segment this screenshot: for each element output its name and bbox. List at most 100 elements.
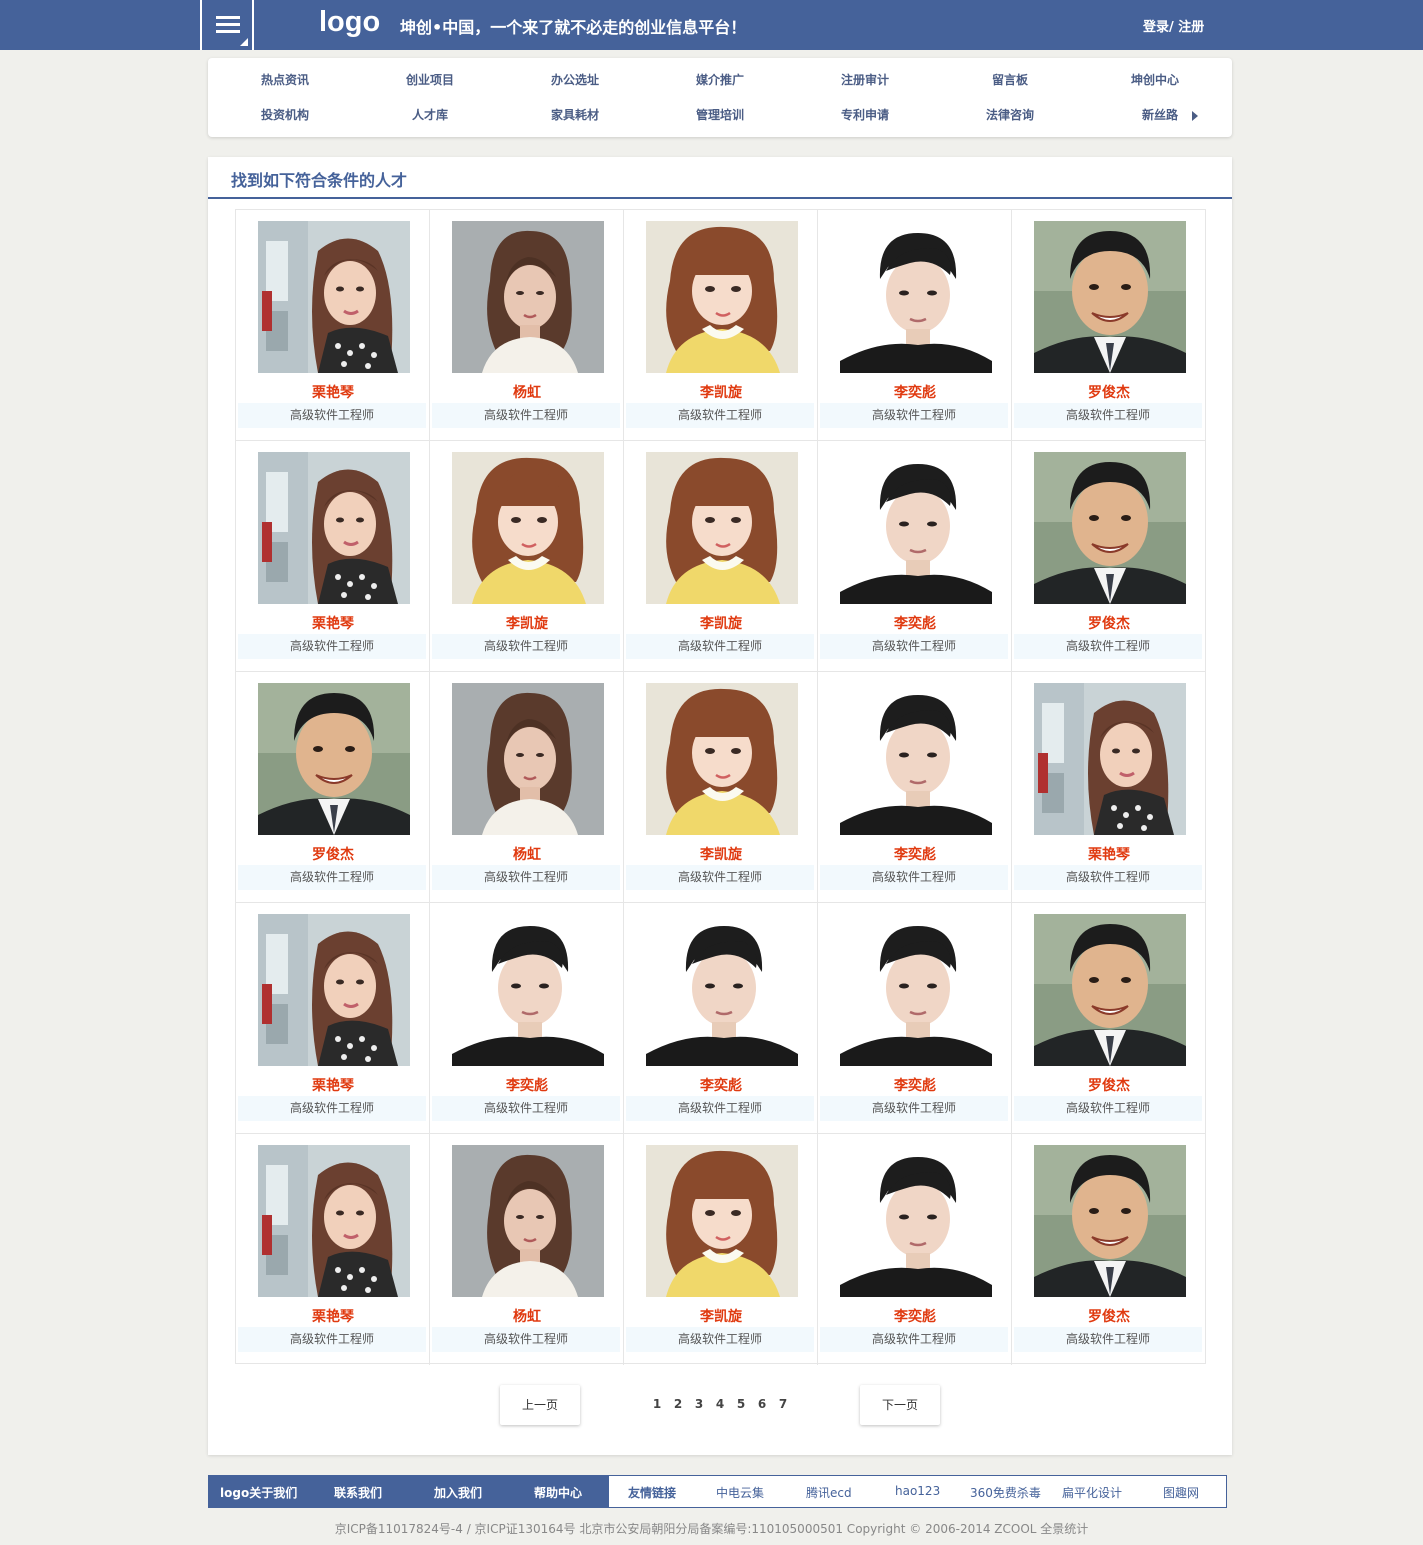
talent-name[interactable]: 栗艳琴 xyxy=(1012,844,1206,864)
friend-link[interactable]: 腾讯ecd xyxy=(806,1484,852,1501)
talent-name[interactable]: 李奕彪 xyxy=(430,1075,624,1095)
login-register-link[interactable]: 登录/ 注册 xyxy=(1143,16,1204,35)
talent-card[interactable]: 栗艳琴 高级软件工程师 xyxy=(1012,672,1206,903)
talent-card[interactable]: 杨虹 高级软件工程师 xyxy=(430,672,624,903)
profile-photo[interactable] xyxy=(1034,221,1186,373)
footer-link[interactable]: logo关于我们 xyxy=(220,1484,297,1501)
profile-photo[interactable] xyxy=(258,683,410,835)
friend-link[interactable]: hao123 xyxy=(895,1484,940,1498)
talent-name[interactable]: 李奕彪 xyxy=(818,844,1012,864)
talent-card[interactable]: 李奕彪 高级软件工程师 xyxy=(818,441,1012,672)
talent-name[interactable]: 李奕彪 xyxy=(818,382,1012,402)
friend-link[interactable]: 图趣网 xyxy=(1163,1484,1199,1501)
talent-name[interactable]: 栗艳琴 xyxy=(236,613,430,633)
talent-name[interactable]: 罗俊杰 xyxy=(236,844,430,864)
talent-card[interactable]: 杨虹 高级软件工程师 xyxy=(430,210,624,441)
talent-name[interactable]: 栗艳琴 xyxy=(236,1075,430,1095)
talent-card[interactable]: 李奕彪 高级软件工程师 xyxy=(818,210,1012,441)
talent-name[interactable]: 罗俊杰 xyxy=(1012,1075,1206,1095)
nav-item[interactable]: 创业项目 xyxy=(370,71,490,88)
next-page-button[interactable]: 下一页 xyxy=(860,1385,940,1425)
talent-name[interactable]: 李凯旋 xyxy=(624,844,818,864)
footer-link[interactable]: 帮助中心 xyxy=(534,1484,582,1501)
talent-card[interactable]: 李奕彪 高级软件工程师 xyxy=(624,903,818,1134)
profile-photo[interactable] xyxy=(1034,914,1186,1066)
friend-link[interactable]: 中电云集 xyxy=(716,1484,764,1501)
nav-item[interactable]: 人才库 xyxy=(370,106,490,123)
talent-card[interactable]: 李奕彪 高级软件工程师 xyxy=(818,903,1012,1134)
nav-item[interactable]: 注册审计 xyxy=(805,71,925,88)
nav-item[interactable]: 媒介推广 xyxy=(660,71,780,88)
talent-name[interactable]: 杨虹 xyxy=(430,382,624,402)
page-number[interactable]: 6 xyxy=(752,1397,772,1411)
talent-card[interactable]: 李奕彪 高级软件工程师 xyxy=(818,672,1012,903)
talent-name[interactable]: 杨虹 xyxy=(430,844,624,864)
talent-name[interactable]: 李凯旋 xyxy=(624,1306,818,1326)
nav-item[interactable]: 热点资讯 xyxy=(225,71,345,88)
profile-photo[interactable] xyxy=(258,914,410,1066)
profile-photo[interactable] xyxy=(1034,452,1186,604)
talent-name[interactable]: 李奕彪 xyxy=(624,1075,818,1095)
profile-photo[interactable] xyxy=(840,221,992,373)
page-number[interactable]: 4 xyxy=(710,1397,730,1411)
page-number[interactable]: 3 xyxy=(689,1397,709,1411)
profile-photo[interactable] xyxy=(840,914,992,1066)
talent-card[interactable]: 罗俊杰 高级软件工程师 xyxy=(1012,210,1206,441)
talent-name[interactable]: 罗俊杰 xyxy=(1012,613,1206,633)
talent-card[interactable]: 栗艳琴 高级软件工程师 xyxy=(236,210,430,441)
talent-card[interactable]: 李奕彪 高级软件工程师 xyxy=(818,1134,1012,1365)
talent-name[interactable]: 李凯旋 xyxy=(624,382,818,402)
talent-name[interactable]: 栗艳琴 xyxy=(236,1306,430,1326)
profile-photo[interactable] xyxy=(258,1145,410,1297)
profile-photo[interactable] xyxy=(1034,1145,1186,1297)
nav-item[interactable]: 投资机构 xyxy=(225,106,345,123)
talent-name[interactable]: 李奕彪 xyxy=(818,613,1012,633)
nav-item[interactable]: 家具耗材 xyxy=(515,106,635,123)
profile-photo[interactable] xyxy=(452,683,604,835)
profile-photo[interactable] xyxy=(452,221,604,373)
profile-photo[interactable] xyxy=(452,914,604,1066)
logo[interactable]: logo xyxy=(319,6,380,39)
talent-card[interactable]: 罗俊杰 高级软件工程师 xyxy=(236,672,430,903)
profile-photo[interactable] xyxy=(646,1145,798,1297)
talent-card[interactable]: 李凯旋 高级软件工程师 xyxy=(624,672,818,903)
profile-photo[interactable] xyxy=(840,683,992,835)
page-number[interactable]: 5 xyxy=(731,1397,751,1411)
profile-photo[interactable] xyxy=(1034,683,1186,835)
talent-card[interactable]: 李凯旋 高级软件工程师 xyxy=(624,1134,818,1365)
nav-item[interactable]: 坤创中心 xyxy=(1095,71,1215,88)
talent-card[interactable]: 李凯旋 高级软件工程师 xyxy=(624,210,818,441)
talent-name[interactable]: 栗艳琴 xyxy=(236,382,430,402)
profile-photo[interactable] xyxy=(840,452,992,604)
nav-item[interactable]: 留言板 xyxy=(950,71,1070,88)
page-number[interactable]: 2 xyxy=(668,1397,688,1411)
footer-link[interactable]: 联系我们 xyxy=(334,1484,382,1501)
talent-name[interactable]: 罗俊杰 xyxy=(1012,1306,1206,1326)
footer-link[interactable]: 加入我们 xyxy=(434,1484,482,1501)
nav-item[interactable]: 法律咨询 xyxy=(950,106,1070,123)
page-number[interactable]: 7 xyxy=(773,1397,793,1411)
friend-link[interactable]: 扁平化设计 xyxy=(1062,1484,1122,1501)
nav-item[interactable]: 专利申请 xyxy=(805,106,925,123)
profile-photo[interactable] xyxy=(258,221,410,373)
talent-card[interactable]: 栗艳琴 高级软件工程师 xyxy=(236,903,430,1134)
talent-card[interactable]: 李奕彪 高级软件工程师 xyxy=(430,903,624,1134)
talent-card[interactable]: 杨虹 高级软件工程师 xyxy=(430,1134,624,1365)
menu-icon[interactable] xyxy=(200,0,254,50)
talent-card[interactable]: 罗俊杰 高级软件工程师 xyxy=(1012,1134,1206,1365)
talent-name[interactable]: 李奕彪 xyxy=(818,1075,1012,1095)
prev-page-button[interactable]: 上一页 xyxy=(500,1385,580,1425)
profile-photo[interactable] xyxy=(646,683,798,835)
profile-photo[interactable] xyxy=(452,452,604,604)
friend-link[interactable]: 360免费杀毒 xyxy=(970,1484,1041,1501)
talent-card[interactable]: 栗艳琴 高级软件工程师 xyxy=(236,441,430,672)
talent-card[interactable]: 李凯旋 高级软件工程师 xyxy=(430,441,624,672)
profile-photo[interactable] xyxy=(258,452,410,604)
talent-name[interactable]: 罗俊杰 xyxy=(1012,382,1206,402)
talent-card[interactable]: 李凯旋 高级软件工程师 xyxy=(624,441,818,672)
nav-item[interactable]: 管理培训 xyxy=(660,106,780,123)
nav-item-more[interactable]: 新丝路 xyxy=(1095,106,1245,123)
page-number[interactable]: 1 xyxy=(647,1397,667,1411)
talent-name[interactable]: 杨虹 xyxy=(430,1306,624,1326)
nav-item[interactable]: 办公选址 xyxy=(515,71,635,88)
